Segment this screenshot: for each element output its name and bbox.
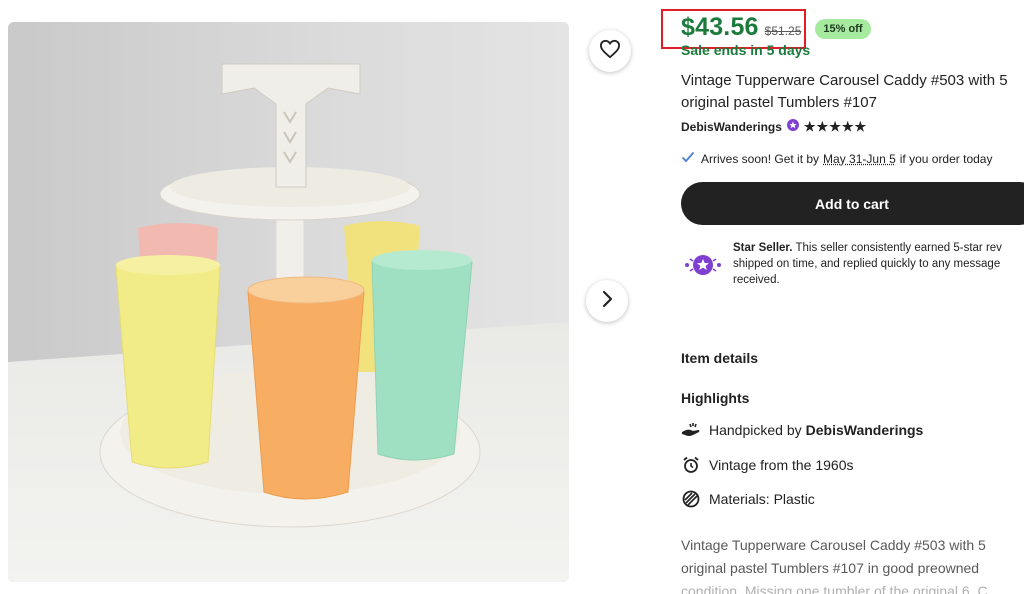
item-description: Vintage Tupperware Carousel Caddy #503 w… <box>681 534 1024 594</box>
handpicked-shop-name: DebisWanderings <box>806 422 924 438</box>
discount-badge: 15% off <box>815 19 870 39</box>
product-image[interactable] <box>8 22 569 582</box>
description-line1: Vintage Tupperware Carousel Caddy #503 w… <box>681 534 1024 557</box>
chevron-right-icon <box>600 290 614 313</box>
description-line3: condition. Missing one tumbler of the or… <box>681 580 1024 594</box>
highlight-vintage: Vintage from the 1960s <box>681 455 854 475</box>
highlight-materials: Materials: Plastic <box>681 489 815 509</box>
rating-stars[interactable]: ★★★★★ <box>804 119 867 135</box>
original-price: $51.25 <box>765 24 802 38</box>
hand-icon <box>681 420 701 440</box>
star-seller-badge-icon <box>681 240 725 288</box>
star-seller-heading: Star Seller. <box>733 242 792 254</box>
materials-icon <box>681 489 701 509</box>
listing-title: Vintage Tupperware Carousel Caddy #503 w… <box>681 70 1021 114</box>
star-seller-line3: received. <box>733 272 1002 288</box>
vintage-text: Vintage from the 1960s <box>709 457 854 473</box>
add-to-cart-button[interactable]: Add to cart <box>681 182 1024 225</box>
description-line2: original pastel Tumblers #107 in good pr… <box>681 557 1024 580</box>
alarm-clock-icon <box>681 455 701 475</box>
seller-row: DebisWanderings ★★★★★ <box>681 118 867 135</box>
star-seller-notice: Star Seller. This seller consistently ea… <box>681 240 1024 288</box>
heart-icon <box>599 39 621 64</box>
item-details-heading: Item details <box>681 350 758 366</box>
star-seller-line1: This seller consistently earned 5-star r… <box>795 242 1001 254</box>
arrival-estimate: Arrives soon! Get it by May 31-Jun 5 if … <box>681 151 992 166</box>
star-seller-badge-icon <box>786 118 800 135</box>
next-image-button[interactable] <box>586 280 628 322</box>
check-icon <box>681 151 695 166</box>
sale-ends-text: Sale ends in 5 days <box>681 42 810 58</box>
handpicked-prefix: Handpicked by <box>709 422 802 438</box>
highlights-heading: Highlights <box>681 390 749 406</box>
highlight-handpicked: Handpicked by DebisWanderings <box>681 420 923 440</box>
arrives-suffix: if you order today <box>900 152 993 166</box>
delivery-dates[interactable]: May 31-Jun 5 <box>823 152 896 166</box>
favorite-button[interactable] <box>589 30 631 72</box>
shop-name-link[interactable]: DebisWanderings <box>681 120 782 134</box>
sale-price: $43.56 <box>681 13 759 42</box>
arrives-prefix: Arrives soon! Get it by <box>701 152 819 166</box>
star-seller-line2: shipped on time, and replied quickly to … <box>733 256 1002 272</box>
materials-text: Materials: Plastic <box>709 491 815 507</box>
